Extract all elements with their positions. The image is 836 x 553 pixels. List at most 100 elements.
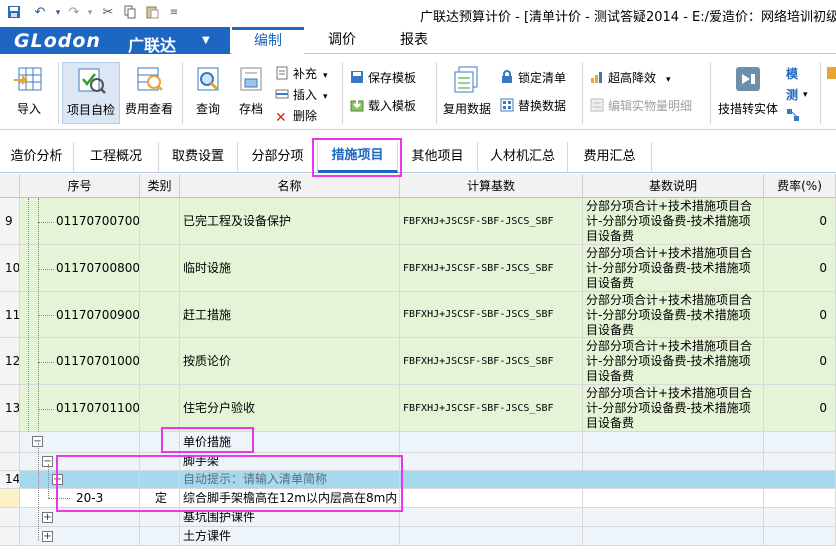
base-desc-cell[interactable]: [583, 489, 764, 508]
base-desc-cell[interactable]: 分部分项合计+技术措施项目合计-分部分项设备费-技术措施项目设备费: [583, 198, 764, 245]
rate-cell[interactable]: 0: [764, 198, 836, 245]
network-small-button[interactable]: [786, 106, 804, 126]
undo-icon[interactable]: ↶: [32, 5, 48, 21]
calc-base-cell[interactable]: [400, 432, 583, 453]
copy-icon[interactable]: [122, 5, 138, 21]
tab-other-items[interactable]: 其他项目: [398, 142, 478, 173]
lock-list-button[interactable]: 锁定清单: [500, 68, 566, 88]
supplement-button[interactable]: 补充 ▾: [275, 64, 328, 84]
rate-cell[interactable]: 0: [764, 245, 836, 292]
undo-dropdown-icon[interactable]: ▾: [50, 5, 66, 21]
supplement-label: 补充: [293, 67, 318, 81]
base-desc-cell[interactable]: 分部分项合计+技术措施项目合计-分部分项设备费-技术措施项目设备费: [583, 385, 764, 432]
project-self-check-button[interactable]: 项目自检: [62, 62, 120, 124]
rate-cell[interactable]: 0: [764, 338, 836, 385]
app-menu-button[interactable]: GLodon 广联达 ▼: [0, 27, 230, 55]
overflow-tool-icon[interactable]: [826, 64, 836, 84]
save-template-icon: [351, 71, 363, 83]
base-desc-cell[interactable]: [583, 508, 764, 527]
base-desc-cell[interactable]: [583, 453, 764, 471]
rate-cell[interactable]: [764, 453, 836, 471]
name-cell[interactable]: 赶工措施: [180, 292, 400, 338]
column-header-base-desc[interactable]: 基数说明: [583, 174, 764, 198]
rate-cell[interactable]: 0: [764, 385, 836, 432]
base-desc-cell[interactable]: [583, 527, 764, 546]
calc-base-cell[interactable]: FBFXHJ+JSCSF-SBF-JSCS_SBF: [400, 338, 583, 385]
selected-row-rest[interactable]: [400, 471, 836, 489]
cut-icon[interactable]: ✂: [100, 5, 116, 21]
ribbon-tab-edit[interactable]: 编制: [232, 27, 304, 54]
tab-fee-settings[interactable]: 取费设置: [159, 142, 238, 173]
highlight-box-quota-row: [56, 455, 403, 512]
tree-line: [38, 362, 54, 363]
edit-quantity-detail-button[interactable]: 编辑实物量明细: [590, 96, 692, 116]
tab-project-overview[interactable]: 工程概况: [74, 142, 159, 173]
archive-button[interactable]: 存档: [230, 62, 272, 124]
ribbon-tab-reports[interactable]: 报表: [378, 27, 450, 54]
rate-cell[interactable]: [764, 489, 836, 508]
rate-cell[interactable]: 0: [764, 292, 836, 338]
redo-dropdown-icon[interactable]: ▾: [82, 5, 98, 21]
column-header-seq[interactable]: 序号: [20, 174, 140, 198]
edit-quantity-label: 编辑实物量明细: [608, 99, 693, 113]
expand-icon[interactable]: +: [42, 531, 53, 542]
name-cell-earthwork[interactable]: 土方课件: [180, 527, 400, 546]
tab-cost-analysis[interactable]: 造价分析: [0, 142, 74, 173]
rate-cell[interactable]: [764, 508, 836, 527]
calc-base-cell[interactable]: [400, 489, 583, 508]
redo-icon[interactable]: ↷: [66, 5, 82, 21]
convert-to-entity-button[interactable]: 技措转实体: [714, 62, 782, 124]
load-template-button[interactable]: 载入模板: [350, 96, 416, 116]
query-button[interactable]: 查询: [184, 62, 232, 124]
measure-small-button[interactable]: 测: [786, 85, 798, 105]
template-small-button[interactable]: 模: [786, 64, 798, 84]
tab-labor-material-summary[interactable]: 人材机汇总: [478, 142, 568, 173]
rate-cell[interactable]: [764, 527, 836, 546]
name-cell[interactable]: 住宅分户验收: [180, 385, 400, 432]
category-cell[interactable]: [140, 292, 180, 338]
column-header-calc-base[interactable]: 计算基数: [400, 174, 583, 198]
calc-base-cell[interactable]: FBFXHJ+JSCSF-SBF-JSCS_SBF: [400, 245, 583, 292]
calc-base-cell[interactable]: [400, 453, 583, 471]
category-cell[interactable]: [140, 338, 180, 385]
calc-base-cell[interactable]: FBFXHJ+JSCSF-SBF-JSCS_SBF: [400, 385, 583, 432]
save-icon[interactable]: [6, 5, 22, 21]
calc-base-cell[interactable]: [400, 527, 583, 546]
tab-fee-summary[interactable]: 费用汇总: [568, 142, 652, 173]
column-header-rate[interactable]: 费率(%): [764, 174, 836, 198]
calc-base-cell[interactable]: FBFXHJ+JSCSF-SBF-JSCS_SBF: [400, 198, 583, 245]
tab-division-items[interactable]: 分部分项: [238, 142, 318, 173]
fee-view-button[interactable]: 费用查看: [121, 62, 177, 124]
name-cell[interactable]: 已完工程及设备保护: [180, 198, 400, 245]
expand-icon[interactable]: +: [42, 512, 53, 523]
category-cell[interactable]: [140, 385, 180, 432]
divider: [58, 62, 59, 124]
import-button[interactable]: 导入: [2, 62, 56, 124]
base-desc-cell[interactable]: 分部分项合计+技术措施项目合计-分部分项设备费-技术措施项目设备费: [583, 338, 764, 385]
category-cell[interactable]: [140, 198, 180, 245]
divider: [436, 62, 437, 124]
base-desc-cell[interactable]: [583, 432, 764, 453]
calc-base-cell[interactable]: [400, 508, 583, 527]
divider: [710, 62, 711, 124]
reuse-data-button[interactable]: 复用数据: [440, 62, 494, 124]
tree-line: [38, 222, 54, 223]
base-desc-cell[interactable]: 分部分项合计+技术措施项目合计-分部分项设备费-技术措施项目设备费: [583, 245, 764, 292]
chevron-down-icon[interactable]: ▾: [803, 85, 808, 105]
name-cell[interactable]: 临时设施: [180, 245, 400, 292]
paste-icon[interactable]: [144, 5, 160, 21]
customize-toolbar-icon[interactable]: ≡: [166, 5, 182, 21]
super-reduce-button[interactable]: 超高降效 ▾: [590, 68, 671, 88]
delete-button[interactable]: ✕ 删除: [275, 106, 317, 126]
ribbon-tab-adjust-price[interactable]: 调价: [306, 27, 378, 54]
category-cell[interactable]: [140, 245, 180, 292]
column-header-category[interactable]: 类别: [140, 174, 180, 198]
calc-base-cell[interactable]: FBFXHJ+JSCSF-SBF-JSCS_SBF: [400, 292, 583, 338]
base-desc-cell[interactable]: 分部分项合计+技术措施项目合计-分部分项设备费-技术措施项目设备费: [583, 292, 764, 338]
save-template-button[interactable]: 保存模板: [350, 68, 416, 88]
name-cell[interactable]: 按质论价: [180, 338, 400, 385]
rate-cell[interactable]: [764, 432, 836, 453]
column-header-name[interactable]: 名称: [180, 174, 400, 198]
insert-button[interactable]: 插入 ▾: [275, 85, 328, 105]
replace-data-button[interactable]: 替换数据: [500, 96, 566, 116]
